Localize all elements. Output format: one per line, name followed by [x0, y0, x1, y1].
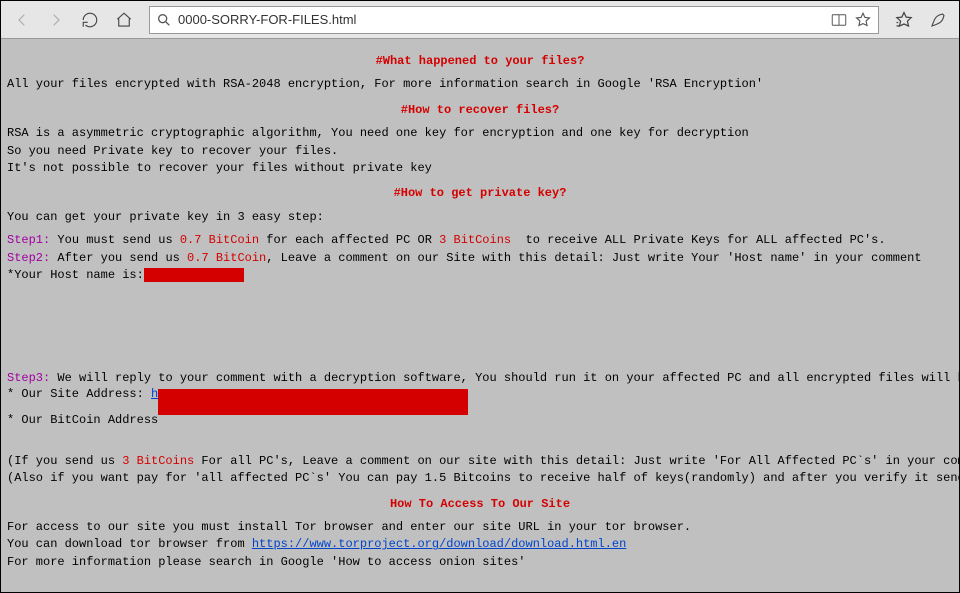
heading-what-happened: #What happened to your files?	[7, 53, 953, 70]
step2-label: Step2:	[7, 251, 50, 265]
redacted-hostname	[144, 268, 244, 282]
tor-download-link[interactable]: https://www.torproject.org/download/down…	[252, 537, 626, 551]
refresh-button[interactable]	[75, 5, 105, 35]
step3-label: Step3:	[7, 371, 50, 385]
access-line2: You can download tor browser from https:…	[7, 536, 953, 553]
browser-toolbar	[1, 1, 959, 39]
pk-intro: You can get your private key in 3 easy s…	[7, 209, 953, 226]
recover-text: RSA is a asymmetric cryptographic algori…	[7, 125, 953, 177]
notes-button[interactable]	[923, 5, 953, 35]
heading-private-key: #How to get private key?	[7, 185, 953, 202]
step1-label: Step1:	[7, 233, 50, 247]
step2: Step2: After you send us 0.7 BitCoin, Le…	[7, 250, 953, 267]
back-button[interactable]	[7, 5, 37, 35]
redacted-addresses	[158, 389, 468, 415]
btc-amount: 3 BitCoins	[439, 233, 511, 247]
btc-amount: 3 BitCoins	[122, 454, 194, 468]
favorites-list-button[interactable]	[889, 5, 919, 35]
reading-view-icon[interactable]	[830, 11, 848, 29]
btc-amount: 0.7 BitCoin	[187, 251, 266, 265]
access-line1: For access to our site you must install …	[7, 519, 953, 536]
step3: Step3: We will reply to your comment wit…	[7, 370, 953, 387]
intro-text: All your files encrypted with RSA-2048 e…	[7, 76, 953, 93]
heading-access: How To Access To Our Site	[7, 496, 953, 513]
btc-amount: 0.7 BitCoin	[180, 233, 259, 247]
search-icon	[156, 12, 172, 28]
address-bar[interactable]	[149, 6, 879, 34]
heading-recover: #How to recover files?	[7, 102, 953, 119]
favorite-star-icon[interactable]	[854, 11, 872, 29]
note-3btc: (If you send us 3 BitCoins For all PC's,…	[7, 453, 953, 470]
site-link-partial[interactable]: h	[151, 387, 158, 401]
addresses-block: * Our Site Address: h * Our BitCoin Addr…	[7, 388, 953, 427]
access-line3: For more information please search in Go…	[7, 554, 953, 571]
host-line: *Your Host name is:	[7, 267, 953, 284]
step1: Step1: You must send us 0.7 BitCoin for …	[7, 232, 953, 249]
url-input[interactable]	[178, 12, 830, 27]
note-half: (Also if you want pay for 'all affected …	[7, 470, 953, 487]
home-button[interactable]	[109, 5, 139, 35]
page-content: #What happened to your files? All your f…	[1, 39, 959, 583]
forward-button[interactable]	[41, 5, 71, 35]
